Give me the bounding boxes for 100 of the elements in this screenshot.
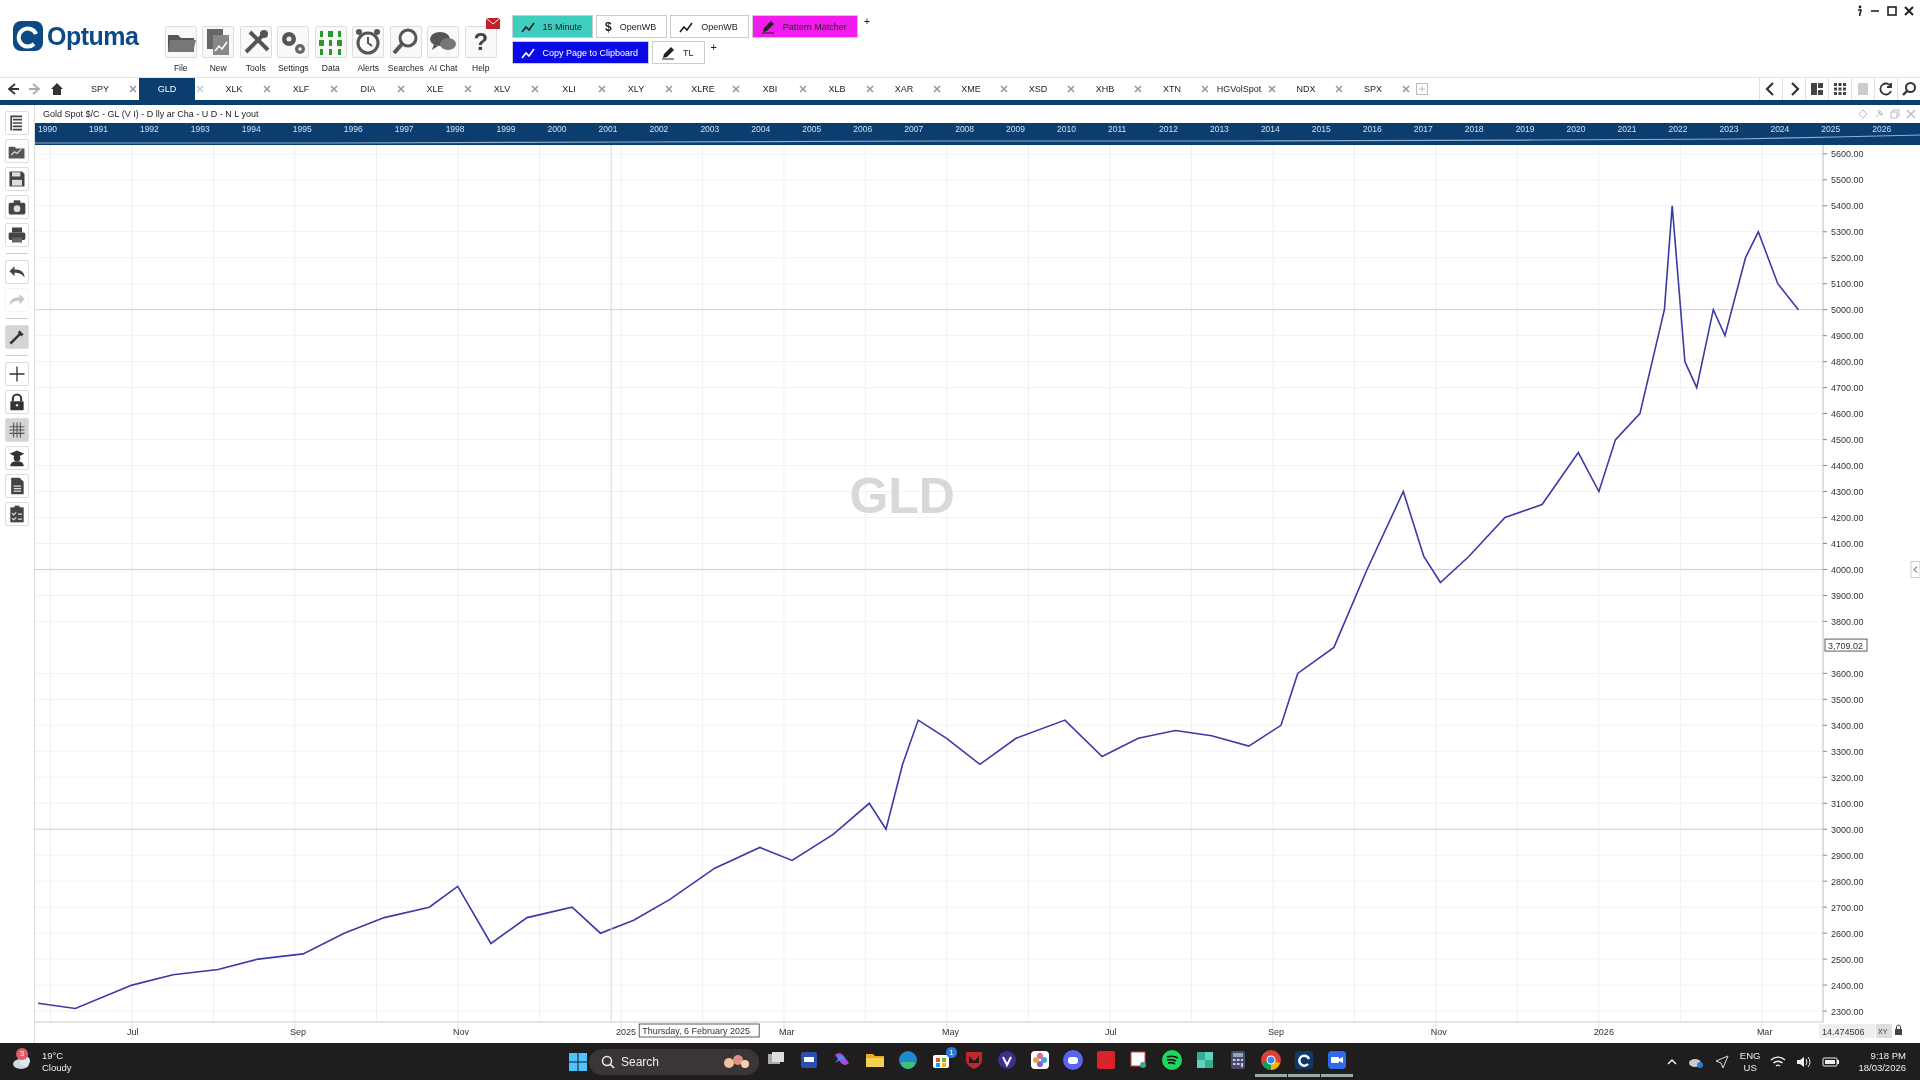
wifi-icon[interactable] bbox=[1770, 1054, 1787, 1069]
refresh-icon[interactable] bbox=[1878, 81, 1894, 97]
weather-condition: Cloudy bbox=[42, 1061, 72, 1074]
pen-icon bbox=[661, 45, 676, 60]
logo-icon bbox=[12, 20, 44, 52]
printer-icon bbox=[7, 225, 27, 245]
y-axis-label: 3500.00 bbox=[1831, 694, 1864, 705]
symbol-tab[interactable]: XSD bbox=[1010, 78, 1066, 100]
sidebar-button[interactable] bbox=[5, 418, 29, 442]
x-axis-label: May bbox=[941, 1027, 959, 1037]
timeline-year: 2003 bbox=[699, 123, 721, 135]
info-icon[interactable] bbox=[1855, 5, 1863, 17]
symbol-tab[interactable]: XLB bbox=[809, 78, 865, 100]
camera-icon bbox=[7, 197, 27, 217]
timeline-year: 2018 bbox=[1463, 123, 1485, 135]
lock-icon[interactable] bbox=[1895, 1024, 1902, 1035]
video-icon bbox=[1326, 1049, 1348, 1071]
timeline-year: 2013 bbox=[1208, 123, 1230, 135]
grid-icon[interactable] bbox=[1832, 81, 1848, 97]
weather-widget[interactable]: 3 19°C Cloudy bbox=[12, 1049, 72, 1074]
leaf-icon bbox=[1194, 1049, 1216, 1071]
sidebar-button[interactable] bbox=[5, 111, 29, 135]
collapse-tab[interactable] bbox=[1910, 560, 1920, 578]
sidebar-button[interactable] bbox=[5, 260, 29, 284]
symbol-tab[interactable]: XLV bbox=[474, 78, 530, 100]
workspace-button[interactable]: 15 Minute bbox=[511, 15, 594, 38]
symbol-tab[interactable]: SPY bbox=[72, 78, 128, 100]
x-axis-label: Nov bbox=[1430, 1027, 1447, 1037]
symbol-tab[interactable]: HGVolSpot bbox=[1211, 78, 1267, 100]
y-axis-label: 3300.00 bbox=[1831, 746, 1864, 757]
symbol-tab[interactable]: XAR bbox=[876, 78, 932, 100]
sidebar-button[interactable] bbox=[5, 474, 29, 498]
workspace-button[interactable]: Pattern Matcher bbox=[751, 15, 858, 38]
timeline-year: 2005 bbox=[801, 123, 823, 135]
symbol-tab[interactable]: XLY bbox=[608, 78, 664, 100]
logo-text: Optuma bbox=[47, 21, 139, 51]
vpn-icon bbox=[996, 1049, 1018, 1071]
sidebar-button[interactable] bbox=[5, 139, 29, 163]
x-axis-label: Mar bbox=[1756, 1027, 1773, 1037]
workspace-button[interactable]: Copy Page to Clipboard bbox=[511, 41, 650, 64]
mail-icon[interactable] bbox=[485, 18, 500, 29]
battery-icon[interactable] bbox=[1822, 1055, 1841, 1068]
back-icon[interactable] bbox=[6, 82, 20, 96]
add-button[interactable]: + bbox=[863, 15, 871, 27]
windows-start-icon[interactable] bbox=[568, 1051, 588, 1072]
timeline-bar[interactable]: 1990 1991 1992 1993 1994 1995 1996 1997 1998 1999 2000 2001 2002 2003 2004 2005 2006 2007 2008 2009 2010 2011 2012 2013 2014 2015 2016 2017 2018 2019 2020 2021 2022 2023 2024 2025 2026 bbox=[35, 123, 1920, 145]
timeline-year: 2008 bbox=[954, 123, 976, 135]
sidebar-button[interactable] bbox=[5, 195, 29, 219]
x-axis-label: Sep bbox=[290, 1027, 307, 1037]
y-axis-label: 3900.00 bbox=[1831, 590, 1864, 601]
sidebar-button[interactable] bbox=[5, 167, 29, 191]
sidebar-button[interactable] bbox=[5, 325, 29, 349]
timeline-year: 1994 bbox=[240, 123, 262, 135]
sidebar-button[interactable] bbox=[5, 390, 29, 414]
symbol-tab[interactable]: DIA bbox=[340, 78, 396, 100]
clock[interactable]: 9:18 PM 18/03/2026 bbox=[1858, 1049, 1906, 1074]
symbol-tab[interactable]: SPX bbox=[1345, 78, 1401, 100]
sidebar-button[interactable] bbox=[5, 502, 29, 526]
symbol-tab[interactable]: XLF bbox=[273, 78, 329, 100]
symbol-tab[interactable]: XLK bbox=[206, 78, 262, 100]
symbol-tab[interactable]: NDX bbox=[1278, 78, 1334, 100]
wrench-icon bbox=[7, 327, 27, 347]
y-axis-label: 5200.00 bbox=[1831, 253, 1864, 264]
volume-icon[interactable] bbox=[1796, 1054, 1813, 1069]
symbol-tab[interactable]: XTN bbox=[1144, 78, 1200, 100]
language-indicator[interactable]: ENG US bbox=[1739, 1049, 1761, 1074]
y-axis-label: 5300.00 bbox=[1831, 227, 1864, 238]
y-axis-label: 2600.00 bbox=[1831, 928, 1864, 939]
symbol-tab[interactable]: GLD bbox=[139, 78, 195, 100]
symbol-tab[interactable]: XBI bbox=[742, 78, 798, 100]
taskbar-app[interactable]: 1 bbox=[925, 1046, 957, 1077]
layout-icon[interactable] bbox=[1809, 81, 1825, 97]
maximize-icon[interactable] bbox=[1887, 6, 1897, 16]
sidebar-button[interactable] bbox=[5, 446, 29, 470]
x-axis-label: Mar bbox=[779, 1027, 795, 1037]
timeline-year: 2007 bbox=[903, 123, 925, 135]
symbol-tab[interactable]: XHB bbox=[1077, 78, 1133, 100]
add-button[interactable]: + bbox=[710, 41, 717, 53]
lock-icon bbox=[7, 392, 27, 412]
symbol-tab[interactable]: XME bbox=[943, 78, 999, 100]
sidebar-button[interactable] bbox=[5, 362, 29, 386]
workspace-button[interactable]: OpenWB bbox=[670, 15, 749, 38]
timeline-year: 1998 bbox=[444, 123, 466, 135]
close-icon[interactable] bbox=[1904, 6, 1914, 16]
location-icon[interactable] bbox=[1713, 1054, 1730, 1069]
home-icon[interactable] bbox=[50, 82, 64, 96]
sidebar-button[interactable] bbox=[5, 223, 29, 247]
symbol-tab[interactable]: XLRE bbox=[675, 78, 731, 100]
y-axis-label: 3600.00 bbox=[1831, 668, 1864, 679]
search-icon[interactable] bbox=[1901, 81, 1917, 97]
symbol-tab[interactable]: XLE bbox=[407, 78, 463, 100]
y-axis-label: 3000.00 bbox=[1831, 824, 1864, 835]
workspace-button[interactable]: TL bbox=[652, 41, 705, 64]
graduate-icon bbox=[7, 448, 27, 468]
workspace-button[interactable]: $ OpenWB bbox=[596, 15, 668, 38]
timeline-year: 2001 bbox=[597, 123, 619, 135]
app-icon bbox=[1095, 1049, 1117, 1071]
symbol-tab[interactable]: XLI bbox=[541, 78, 597, 100]
timeline-year: 2021 bbox=[1616, 123, 1638, 135]
search-field[interactable]: Search bbox=[589, 1048, 759, 1075]
